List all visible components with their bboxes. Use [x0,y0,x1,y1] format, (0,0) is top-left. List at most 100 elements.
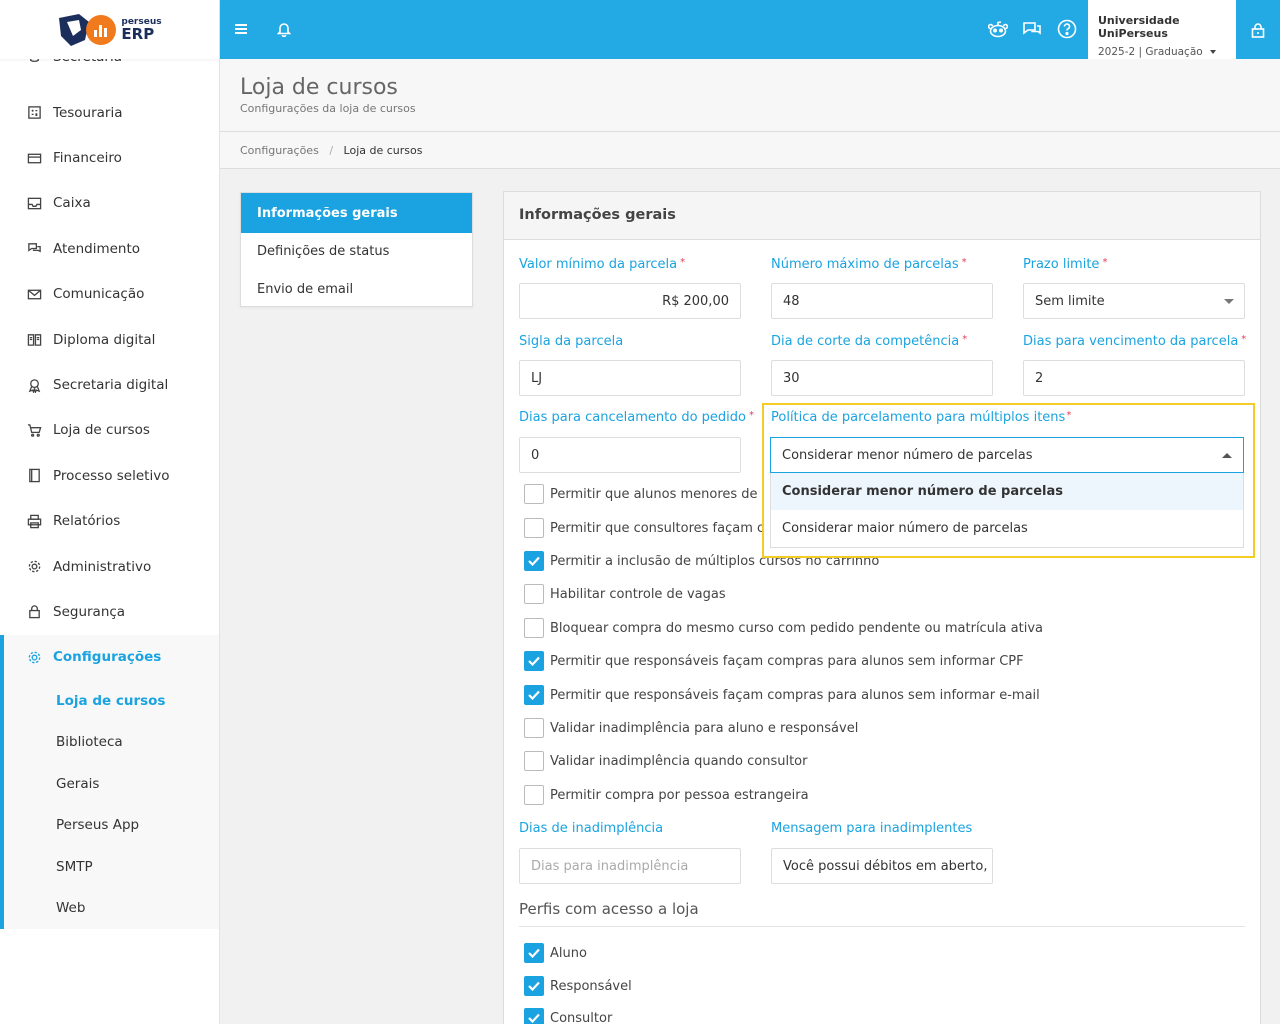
page-title: Loja de cursos [240,75,398,100]
sidebar-group-configuracoes: Configurações Loja de cursos Biblioteca … [0,634,219,930]
label-text: Prazo limite [1023,257,1100,272]
sidebar-subitem-smtp[interactable]: SMTP [4,846,219,888]
checkbox-box[interactable] [524,718,544,738]
dia-corte-input[interactable]: 30 [771,360,993,396]
sidebar-item-caixa[interactable]: Caixa [0,181,219,226]
checkbox-controle-vagas[interactable]: Habilitar controle de vagas [524,584,726,604]
checkmark-icon [528,690,540,700]
sidebar-item-loja-de-cursos[interactable]: Loja de cursos [0,408,219,453]
sidebar-item-configuracoes[interactable]: Configurações [4,635,219,680]
checkbox-profile-aluno[interactable]: Aluno [524,943,587,963]
politica-option-maior[interactable]: Considerar maior número de parcelas [771,510,1243,547]
sigla-input[interactable]: LJ [519,360,741,396]
checkbox-box[interactable] [524,551,544,571]
tab-definicoes-de-status[interactable]: Definições de status [241,233,472,271]
prazo-limite-value: Sem limite [1035,293,1105,309]
sidebar-item-diploma-digital[interactable]: Diploma digital [0,317,219,362]
checkbox-estrangeira[interactable]: Permitir compra por pessoa estrangeira [524,785,809,805]
calculator-icon [26,105,42,121]
checkbox-box[interactable] [524,1008,544,1024]
logo-main-text: ERP [121,24,155,43]
numero-maximo-input[interactable]: 48 [771,283,993,319]
sidebar-subitem-gerais[interactable]: Gerais [4,763,219,805]
checkbox-sem-cpf[interactable]: Permitir que responsáveis façam compras … [524,651,1024,671]
checkbox-box[interactable] [524,484,544,504]
period-selector[interactable]: 2025-2 | Graduação [1098,46,1226,58]
dias-cancelamento-label: Dias para cancelamento do pedido * [519,410,754,425]
hamburger-menu-icon[interactable] [230,18,252,40]
gear-icon [26,649,42,665]
required-mark: * [680,257,686,268]
checkbox-box[interactable] [524,685,544,705]
checkbox-inadimplencia-aluno[interactable]: Validar inadimplência para aluno e respo… [524,718,858,738]
page-subtitle: Configurações da loja de cursos [240,102,416,115]
sidebar-subitem-web[interactable]: Web [4,888,219,930]
checkbox-box[interactable] [524,651,544,671]
sidebar-item-seguranca[interactable]: Segurança [0,589,219,634]
panel-title: Informações gerais [504,192,1260,240]
dias-cancelamento-input[interactable]: 0 [519,437,741,473]
lock-icon [1251,22,1265,38]
checkbox-box[interactable] [524,943,544,963]
sidebar-subitem-biblioteca[interactable]: Biblioteca [4,722,219,764]
help-icon[interactable] [1056,18,1078,40]
robot-icon[interactable] [987,18,1009,40]
checkbox-menores-18[interactable]: Permitir que alunos menores de 18 a [524,484,790,504]
breadcrumb-separator: / [329,144,334,157]
required-mark: * [748,410,754,421]
sidebar-item-label: Processo seletivo [53,467,170,484]
checkbox-box[interactable] [524,976,544,996]
institution-name: Universidade UniPerseus [1098,14,1180,40]
breadcrumb: Configurações / Loja de cursos [220,132,1280,169]
sidebar-item-label: Comunicação [53,286,145,303]
breadcrumb-parent[interactable]: Configurações [240,144,319,157]
checkbox-label: Validar inadimplência quando consultor [550,753,808,769]
sidebar-item-label: Tesouraria [53,104,123,121]
checkbox-box[interactable] [524,584,544,604]
checkbox-box[interactable] [524,785,544,805]
tab-envio-de-email[interactable]: Envio de email [241,271,472,309]
sidebar-item-financeiro[interactable]: Financeiro [0,135,219,180]
sidebar-item-label: Diploma digital [53,331,156,348]
notebook-icon [26,468,42,484]
sidebar-item-relatorios[interactable]: Relatórios [0,499,219,544]
institution-selector[interactable]: Universidade UniPerseus 2025-2 | Graduaç… [1088,0,1236,59]
dias-inadimplencia-input[interactable]: Dias para inadimplência [519,848,741,884]
dias-vencimento-label: Dias para vencimento da parcela * [1023,334,1246,349]
sidebar-item-secretaria-digital[interactable]: Secretaria digital [0,362,219,407]
checkbox-box[interactable] [524,618,544,638]
sidebar-subitem-loja-de-cursos[interactable]: Loja de cursos [4,680,219,722]
lock-screen-button[interactable] [1236,0,1280,59]
sidebar-item-administrativo[interactable]: Administrativo [0,544,219,589]
valor-minimo-input[interactable]: R$ 200,00 [519,283,741,319]
bell-icon[interactable] [273,18,295,40]
tab-informacoes-gerais[interactable]: Informações gerais [241,193,472,233]
label-text: Valor mínimo da parcela [519,257,678,272]
politica-select[interactable]: Considerar menor número de parcelas [770,437,1244,473]
dias-vencimento-input[interactable]: 2 [1023,360,1245,396]
chat-icon[interactable] [1021,18,1043,40]
checkbox-consultores[interactable]: Permitir que consultores façam com [524,518,785,538]
checkbox-label: Bloquear compra do mesmo curso com pedid… [550,620,1043,636]
sidebar-item-atendimento[interactable]: Atendimento [0,226,219,271]
sidebar-subitem-perseus-app[interactable]: Perseus App [4,805,219,847]
checkbox-profile-responsavel[interactable]: Responsável [524,976,632,996]
checkbox-inadimplencia-consultor[interactable]: Validar inadimplência quando consultor [524,751,807,771]
checkmark-icon [528,556,540,566]
checkbox-bloquear-compra[interactable]: Bloquear compra do mesmo curso com pedid… [524,618,1043,638]
dia-corte-label: Dia de corte da competência * [771,334,967,349]
cart-icon [26,422,42,438]
mensagem-inadimplentes-input[interactable]: Você possui débitos em aberto, ... [771,848,993,884]
prazo-limite-select[interactable]: Sem limite [1023,283,1245,319]
sidebar-item-comunicacao[interactable]: Comunicação [0,272,219,317]
politica-option-menor[interactable]: Considerar menor número de parcelas [771,473,1243,510]
logo[interactable]: perseus ERP [0,0,219,59]
sidebar-item-tesouraria[interactable]: Tesouraria [0,90,219,135]
sidebar-item-processo-seletivo[interactable]: Processo seletivo [0,453,219,498]
checkbox-box[interactable] [524,518,544,538]
checkbox-box[interactable] [524,751,544,771]
checkbox-sem-email[interactable]: Permitir que responsáveis façam compras … [524,685,1040,705]
period-label: 2025-2 | Graduação [1098,46,1203,58]
checkbox-profile-consultor[interactable]: Consultor [524,1008,612,1024]
checkmark-icon [528,1013,540,1023]
